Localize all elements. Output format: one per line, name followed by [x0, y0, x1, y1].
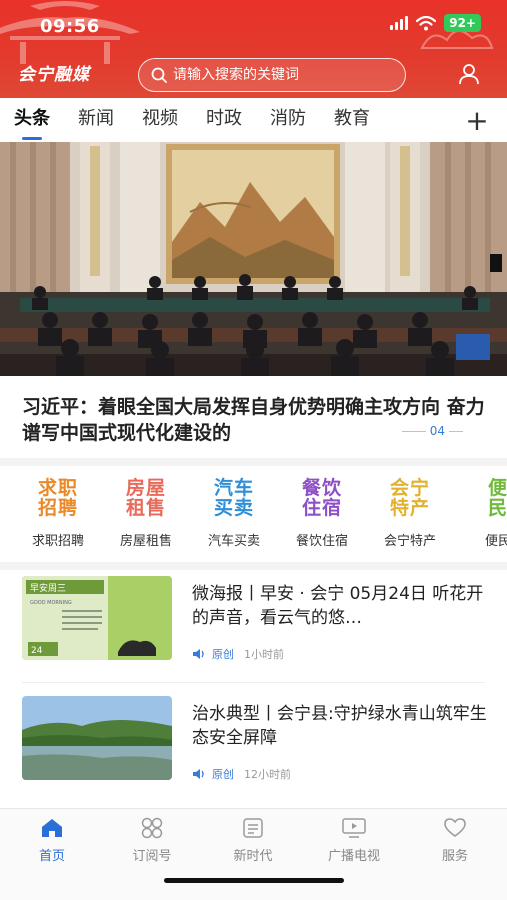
nav-services[interactable]: 服务 [415, 817, 495, 864]
service-jobs-logo-top: 求职 [37, 477, 78, 499]
news-time: 1小时前 [244, 648, 284, 661]
original-tag: 原创 [212, 768, 234, 781]
service-cars-logo-bottom: 买卖 [213, 497, 254, 519]
service-specialties[interactable]: 会宁 特产 会宁特产 [370, 476, 450, 549]
tab-headlines[interactable]: 头条 [14, 98, 50, 142]
home-indicator [164, 878, 344, 883]
service-housing-logo-bottom: 租售 [125, 497, 166, 519]
news-title[interactable]: 微海报丨早安 · 会宁 05月24日 听花开的声音，看云气的悠… [192, 582, 492, 630]
news-thumbnail: 早安周三 GOOD MORNING 24 [22, 576, 172, 660]
nav-subscribe[interactable]: 订阅号 [112, 817, 192, 864]
tab-education[interactable]: 教育 [334, 98, 370, 142]
tab-politics[interactable]: 时政 [206, 98, 242, 142]
tab-fire-safety[interactable]: 消防 [270, 98, 306, 142]
brand-logo: 会宁融媒 [18, 65, 90, 85]
news-thumbnail [22, 696, 172, 780]
subscribe-icon [141, 817, 163, 839]
service-housing-label: 房屋租售 [119, 534, 172, 549]
carousel-pager: 04 [395, 424, 463, 438]
service-dining-label: 餐饮住宿 [295, 534, 348, 549]
service-convenience[interactable]: 便 民 便民 [458, 476, 507, 549]
service-housing-logo-top: 房屋 [125, 477, 166, 499]
tab-news[interactable]: 新闻 [78, 98, 114, 142]
service-dining-logo-top: 餐饮 [301, 477, 342, 499]
service-specialties-logo-bottom: 特产 [389, 497, 430, 519]
add-channel-button[interactable]: + [463, 98, 491, 142]
status-time: 09:56 [40, 16, 100, 37]
service-shortcuts: 求职 招聘 求职招聘 房屋 租售 房屋租售 汽车 买卖 汽车买卖 餐饮 住宿 餐… [0, 466, 507, 562]
audio-icon[interactable] [192, 768, 206, 780]
service-convenience-logo-top: 便 [487, 477, 507, 499]
divider [22, 682, 485, 683]
nav-broadcast-tv[interactable]: 广播电视 [314, 817, 394, 864]
search-icon [151, 67, 167, 83]
service-dining-logo: 餐饮 住宿 [282, 476, 362, 520]
nav-new-era-label: 新时代 [233, 849, 273, 864]
service-specialties-label: 会宁特产 [383, 534, 436, 549]
news-item[interactable]: 早安周三 GOOD MORNING 24 微海报丨早安 · 会宁 05月24日 … [0, 570, 507, 683]
service-specialties-logo-top: 会宁 [389, 477, 430, 499]
nav-broadcast-tv-label: 广播电视 [327, 849, 380, 864]
channel-tabs: 头条 新闻 视频 时政 消防 教育 [0, 98, 507, 142]
user-icon[interactable] [457, 62, 481, 86]
hero-banner-image[interactable] [0, 142, 507, 376]
service-cars[interactable]: 汽车 买卖 汽车买卖 [194, 476, 274, 549]
poster-title: 早安周三 [30, 582, 66, 594]
service-jobs-logo: 求职 招聘 [18, 476, 98, 520]
home-icon [42, 819, 62, 837]
service-cars-logo: 汽车 买卖 [194, 476, 274, 520]
service-dining[interactable]: 餐饮 住宿 餐饮住宿 [282, 476, 362, 549]
news-title[interactable]: 治水典型丨会宁县:守护绿水青山筑牢生态安全屏障 [192, 702, 492, 750]
audio-icon[interactable] [192, 648, 206, 660]
service-housing[interactable]: 房屋 租售 房屋租售 [106, 476, 186, 549]
original-tag: 原创 [212, 648, 234, 661]
tv-icon [342, 818, 366, 838]
list-icon [243, 818, 263, 838]
nav-new-era[interactable]: 新时代 [213, 817, 293, 864]
signal-icon [390, 16, 409, 30]
service-housing-logo: 房屋 租售 [106, 476, 186, 520]
tab-video[interactable]: 视频 [142, 98, 178, 142]
meeting-photo [0, 142, 507, 376]
news-meta: 原创 12小时前 [192, 766, 291, 782]
news-list: 早安周三 GOOD MORNING 24 微海报丨早安 · 会宁 05月24日 … [0, 570, 507, 808]
search-input[interactable] [173, 67, 393, 83]
service-specialties-logo: 会宁 特产 [370, 476, 450, 520]
service-dining-logo-bottom: 住宿 [301, 497, 342, 519]
service-icon [444, 818, 466, 837]
service-convenience-logo: 便 民 [458, 476, 507, 520]
search-bar[interactable] [138, 58, 406, 92]
service-cars-logo-top: 汽车 [213, 477, 254, 499]
news-item[interactable]: 治水典型丨会宁县:守护绿水青山筑牢生态安全屏障 原创 12小时前 [0, 690, 507, 800]
poster-date: 24 [31, 646, 43, 656]
service-jobs-logo-bottom: 招聘 [37, 497, 78, 519]
service-jobs[interactable]: 求职 招聘 求职招聘 [18, 476, 98, 549]
wifi-icon [416, 15, 437, 30]
bottom-navigation: 首页 订阅号 新时代 广播电视 服务 [0, 808, 507, 900]
nav-subscribe-label: 订阅号 [132, 849, 172, 864]
nav-home[interactable]: 首页 [12, 817, 92, 864]
nav-services-label: 服务 [441, 849, 468, 864]
service-convenience-logo-bottom: 民 [487, 497, 507, 519]
hero-headline-box[interactable]: 习近平：着眼全国大局发挥自身优势明确主攻方向 奋力谱写中国式现代化建设的 04 [0, 376, 507, 458]
app-header: 09:56 92+ 会宁融媒 [0, 0, 507, 98]
service-convenience-label: 便民 [484, 534, 507, 549]
poster-subtitle: GOOD MORNING [30, 600, 72, 606]
nav-home-label: 首页 [38, 849, 65, 864]
news-time: 12小时前 [244, 768, 291, 781]
service-cars-label: 汽车买卖 [207, 534, 260, 549]
morning-poster-image: 早安周三 GOOD MORNING 24 [22, 576, 172, 660]
battery-indicator: 92+ [444, 14, 481, 32]
service-jobs-label: 求职招聘 [31, 534, 84, 549]
hero-headline[interactable]: 习近平：着眼全国大局发挥自身优势明确主攻方向 奋力谱写中国式现代化建设的 [22, 394, 485, 446]
news-meta: 原创 1小时前 [192, 646, 284, 662]
status-icons: 92+ [390, 14, 481, 32]
lake-landscape-image [22, 696, 172, 780]
